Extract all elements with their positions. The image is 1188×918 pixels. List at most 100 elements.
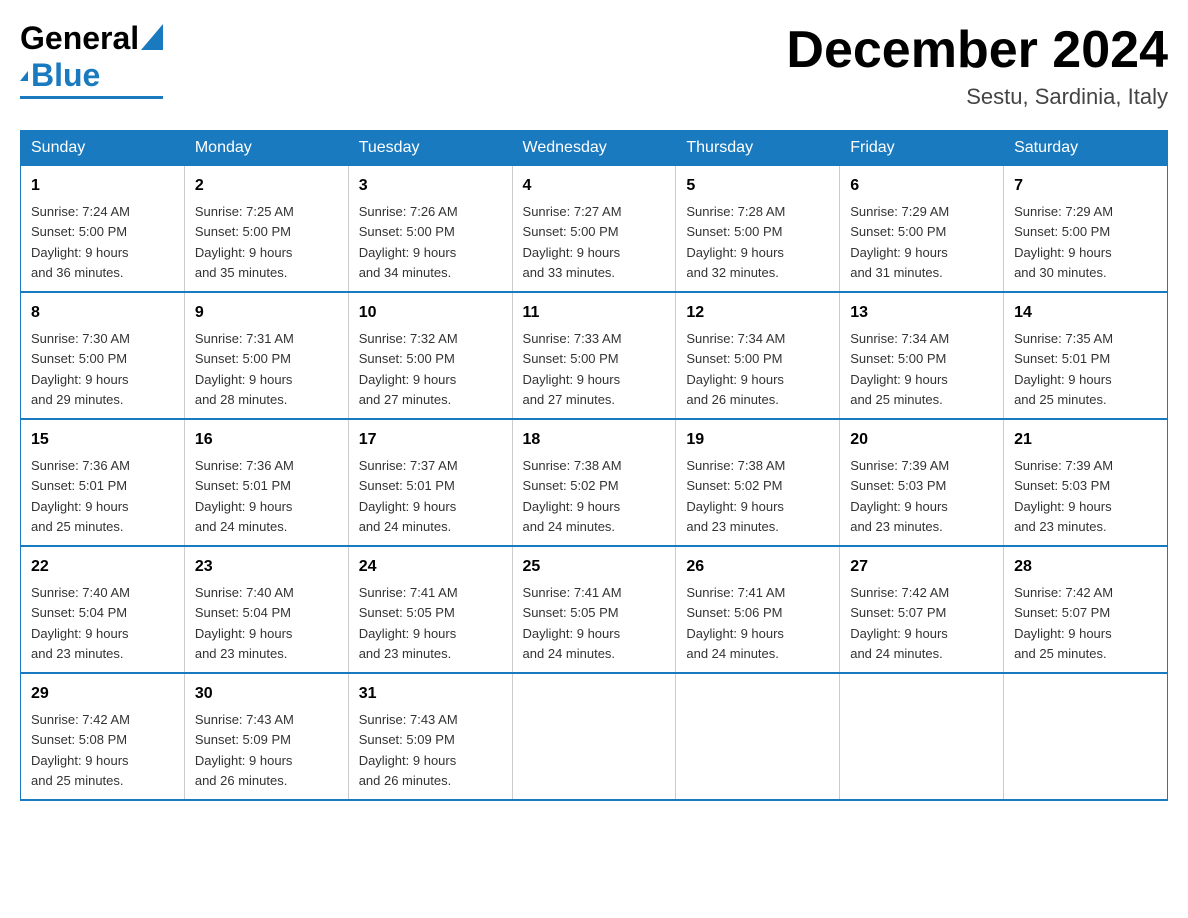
day-info: Sunrise: 7:28 AMSunset: 5:00 PMDaylight:… [686,204,785,280]
calendar-cell: 5 Sunrise: 7:28 AMSunset: 5:00 PMDayligh… [676,166,840,293]
calendar-cell: 2 Sunrise: 7:25 AMSunset: 5:00 PMDayligh… [184,166,348,293]
day-info: Sunrise: 7:35 AMSunset: 5:01 PMDaylight:… [1014,331,1113,407]
day-info: Sunrise: 7:39 AMSunset: 5:03 PMDaylight:… [1014,458,1113,534]
day-number: 14 [1014,301,1157,325]
logo-small-triangle-icon [20,71,28,81]
day-info: Sunrise: 7:34 AMSunset: 5:00 PMDaylight:… [686,331,785,407]
day-number: 27 [850,555,993,579]
calendar-cell: 4 Sunrise: 7:27 AMSunset: 5:00 PMDayligh… [512,166,676,293]
calendar-cell: 10 Sunrise: 7:32 AMSunset: 5:00 PMDaylig… [348,292,512,419]
day-number: 18 [523,428,666,452]
header-friday: Friday [840,131,1004,166]
day-info: Sunrise: 7:42 AMSunset: 5:07 PMDaylight:… [1014,585,1113,661]
day-number: 10 [359,301,502,325]
day-info: Sunrise: 7:30 AMSunset: 5:00 PMDaylight:… [31,331,130,407]
day-number: 25 [523,555,666,579]
day-number: 16 [195,428,338,452]
calendar-cell [1004,673,1168,800]
calendar-cell: 9 Sunrise: 7:31 AMSunset: 5:00 PMDayligh… [184,292,348,419]
calendar-cell: 15 Sunrise: 7:36 AMSunset: 5:01 PMDaylig… [21,419,185,546]
page-header: General Blue December 2024 Sestu, Sardin… [20,20,1168,110]
calendar-cell: 28 Sunrise: 7:42 AMSunset: 5:07 PMDaylig… [1004,546,1168,673]
day-number: 23 [195,555,338,579]
day-info: Sunrise: 7:43 AMSunset: 5:09 PMDaylight:… [195,712,294,788]
day-number: 6 [850,174,993,198]
calendar-header-row: Sunday Monday Tuesday Wednesday Thursday… [21,131,1168,166]
day-number: 28 [1014,555,1157,579]
day-number: 15 [31,428,174,452]
calendar-cell: 1 Sunrise: 7:24 AMSunset: 5:00 PMDayligh… [21,166,185,293]
calendar-cell: 3 Sunrise: 7:26 AMSunset: 5:00 PMDayligh… [348,166,512,293]
calendar-cell: 29 Sunrise: 7:42 AMSunset: 5:08 PMDaylig… [21,673,185,800]
calendar-cell: 31 Sunrise: 7:43 AMSunset: 5:09 PMDaylig… [348,673,512,800]
day-info: Sunrise: 7:42 AMSunset: 5:07 PMDaylight:… [850,585,949,661]
header-wednesday: Wednesday [512,131,676,166]
day-number: 4 [523,174,666,198]
calendar-cell: 27 Sunrise: 7:42 AMSunset: 5:07 PMDaylig… [840,546,1004,673]
header-sunday: Sunday [21,131,185,166]
day-number: 26 [686,555,829,579]
day-number: 8 [31,301,174,325]
day-info: Sunrise: 7:36 AMSunset: 5:01 PMDaylight:… [31,458,130,534]
calendar-cell: 16 Sunrise: 7:36 AMSunset: 5:01 PMDaylig… [184,419,348,546]
title-section: December 2024 Sestu, Sardinia, Italy [786,20,1168,110]
day-number: 24 [359,555,502,579]
header-thursday: Thursday [676,131,840,166]
day-info: Sunrise: 7:41 AMSunset: 5:06 PMDaylight:… [686,585,785,661]
calendar-cell [512,673,676,800]
day-number: 2 [195,174,338,198]
calendar-cell [840,673,1004,800]
day-number: 29 [31,682,174,706]
day-info: Sunrise: 7:29 AMSunset: 5:00 PMDaylight:… [850,204,949,280]
calendar-cell: 22 Sunrise: 7:40 AMSunset: 5:04 PMDaylig… [21,546,185,673]
calendar-cell: 11 Sunrise: 7:33 AMSunset: 5:00 PMDaylig… [512,292,676,419]
calendar-cell: 20 Sunrise: 7:39 AMSunset: 5:03 PMDaylig… [840,419,1004,546]
calendar-cell: 26 Sunrise: 7:41 AMSunset: 5:06 PMDaylig… [676,546,840,673]
calendar-cell: 14 Sunrise: 7:35 AMSunset: 5:01 PMDaylig… [1004,292,1168,419]
day-number: 31 [359,682,502,706]
day-number: 19 [686,428,829,452]
day-number: 9 [195,301,338,325]
calendar-cell: 25 Sunrise: 7:41 AMSunset: 5:05 PMDaylig… [512,546,676,673]
calendar-cell: 8 Sunrise: 7:30 AMSunset: 5:00 PMDayligh… [21,292,185,419]
day-number: 3 [359,174,502,198]
day-info: Sunrise: 7:40 AMSunset: 5:04 PMDaylight:… [31,585,130,661]
day-number: 22 [31,555,174,579]
week-row-5: 29 Sunrise: 7:42 AMSunset: 5:08 PMDaylig… [21,673,1168,800]
day-number: 11 [523,301,666,325]
week-row-3: 15 Sunrise: 7:36 AMSunset: 5:01 PMDaylig… [21,419,1168,546]
day-info: Sunrise: 7:42 AMSunset: 5:08 PMDaylight:… [31,712,130,788]
calendar-cell: 23 Sunrise: 7:40 AMSunset: 5:04 PMDaylig… [184,546,348,673]
calendar-cell: 7 Sunrise: 7:29 AMSunset: 5:00 PMDayligh… [1004,166,1168,293]
day-info: Sunrise: 7:31 AMSunset: 5:00 PMDaylight:… [195,331,294,407]
calendar-cell: 17 Sunrise: 7:37 AMSunset: 5:01 PMDaylig… [348,419,512,546]
logo-general: General [20,20,139,57]
day-info: Sunrise: 7:43 AMSunset: 5:09 PMDaylight:… [359,712,458,788]
day-info: Sunrise: 7:34 AMSunset: 5:00 PMDaylight:… [850,331,949,407]
header-tuesday: Tuesday [348,131,512,166]
calendar-cell: 13 Sunrise: 7:34 AMSunset: 5:00 PMDaylig… [840,292,1004,419]
day-info: Sunrise: 7:27 AMSunset: 5:00 PMDaylight:… [523,204,622,280]
week-row-4: 22 Sunrise: 7:40 AMSunset: 5:04 PMDaylig… [21,546,1168,673]
month-title: December 2024 [786,20,1168,80]
day-info: Sunrise: 7:26 AMSunset: 5:00 PMDaylight:… [359,204,458,280]
week-row-2: 8 Sunrise: 7:30 AMSunset: 5:00 PMDayligh… [21,292,1168,419]
day-number: 12 [686,301,829,325]
day-info: Sunrise: 7:29 AMSunset: 5:00 PMDaylight:… [1014,204,1113,280]
logo: General Blue [20,20,163,99]
calendar-cell: 18 Sunrise: 7:38 AMSunset: 5:02 PMDaylig… [512,419,676,546]
location-text: Sestu, Sardinia, Italy [786,84,1168,110]
calendar-table: Sunday Monday Tuesday Wednesday Thursday… [20,130,1168,801]
day-info: Sunrise: 7:38 AMSunset: 5:02 PMDaylight:… [523,458,622,534]
calendar-cell: 12 Sunrise: 7:34 AMSunset: 5:00 PMDaylig… [676,292,840,419]
day-number: 17 [359,428,502,452]
header-saturday: Saturday [1004,131,1168,166]
day-number: 5 [686,174,829,198]
week-row-1: 1 Sunrise: 7:24 AMSunset: 5:00 PMDayligh… [21,166,1168,293]
day-info: Sunrise: 7:24 AMSunset: 5:00 PMDaylight:… [31,204,130,280]
day-info: Sunrise: 7:25 AMSunset: 5:00 PMDaylight:… [195,204,294,280]
day-info: Sunrise: 7:36 AMSunset: 5:01 PMDaylight:… [195,458,294,534]
day-number: 30 [195,682,338,706]
logo-underline [20,96,163,99]
day-number: 7 [1014,174,1157,198]
